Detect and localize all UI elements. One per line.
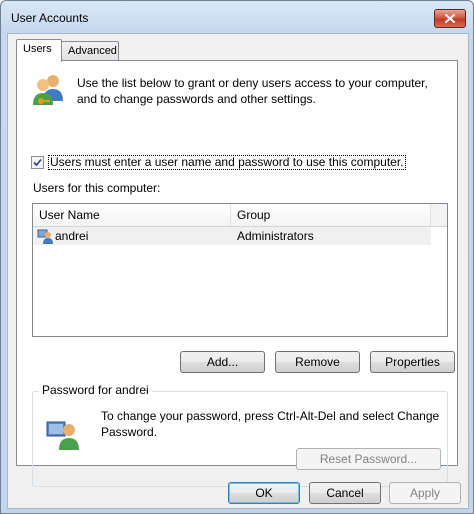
password-instructions: To change your password, press Ctrl-Alt-…	[101, 409, 440, 439]
intro-text: Use the list below to grant or deny user…	[77, 76, 428, 106]
ok-button[interactable]: OK	[228, 482, 300, 504]
list-header: User Name Group	[33, 204, 431, 227]
column-group[interactable]: Group	[231, 204, 431, 226]
header-filler	[431, 204, 447, 227]
tab-advanced[interactable]: Advanced	[61, 41, 119, 60]
apply-button[interactable]: Apply	[389, 482, 461, 504]
close-button[interactable]	[434, 9, 466, 28]
require-login-row: Users must enter a user name and passwor…	[31, 154, 406, 170]
tab-users-label: Users	[23, 43, 52, 55]
require-login-label[interactable]: Users must enter a user name and passwor…	[48, 154, 406, 170]
cancel-button[interactable]: Cancel	[309, 482, 381, 504]
user-password-icon	[46, 421, 79, 450]
dialog-body: Users Advanced Use the list below to gra…	[7, 33, 469, 509]
checkmark-icon	[33, 158, 42, 166]
users-icon	[33, 75, 63, 105]
table-row[interactable]: andrei Administrators	[33, 227, 431, 245]
add-button[interactable]: Add...	[180, 351, 265, 373]
close-icon	[445, 14, 455, 23]
tab-users[interactable]: Users	[16, 39, 62, 62]
user-name-cell: andrei	[55, 229, 89, 243]
users-list-label: Users for this computer:	[33, 181, 161, 195]
window-title: User Accounts	[11, 11, 89, 25]
properties-button[interactable]: Properties	[370, 351, 455, 373]
column-user-name[interactable]: User Name	[33, 204, 231, 226]
users-tab-panel: Use the list below to grant or deny user…	[16, 60, 458, 487]
require-login-checkbox[interactable]	[31, 155, 44, 169]
user-accounts-window: User Accounts Users Advanced Use the lis…	[0, 0, 474, 514]
reset-password-button[interactable]: Reset Password...	[296, 448, 441, 470]
password-group-title: Password for andrei	[39, 383, 152, 397]
tab-advanced-label: Advanced	[68, 45, 117, 57]
users-list[interactable]: User Name Group andrei Administrators	[32, 203, 448, 337]
title-bar: User Accounts	[1, 1, 473, 33]
remove-button[interactable]: Remove	[275, 351, 360, 373]
user-icon	[37, 229, 53, 244]
group-cell: Administrators	[237, 229, 314, 243]
